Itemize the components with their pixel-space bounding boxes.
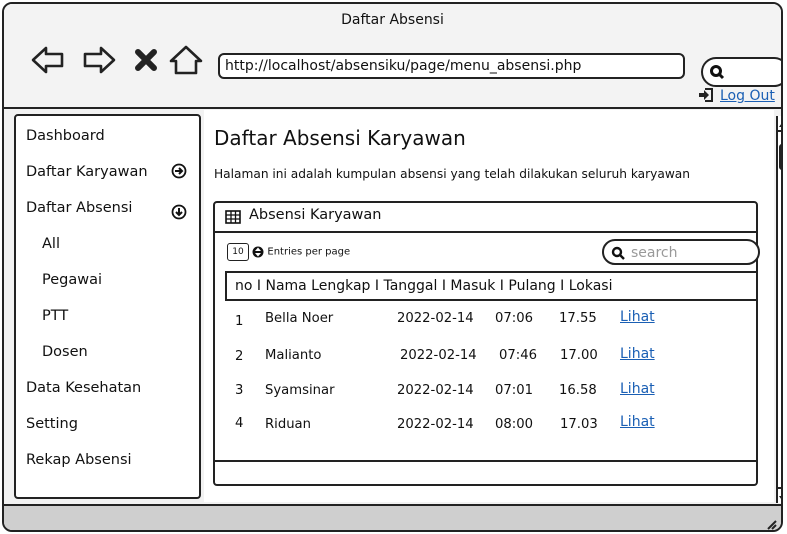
cell-masuk: 08:00 xyxy=(495,417,534,432)
sidebar-subitem-ptt[interactable]: PTT xyxy=(16,306,199,342)
sidebar-item-label: Dashboard xyxy=(26,128,105,144)
window-title: Daftar Absensi xyxy=(341,12,444,28)
sidebar-subitem-pegawai[interactable]: Pegawai xyxy=(16,270,199,306)
scroll-thumb[interactable] xyxy=(779,144,781,170)
sidebar-item-rekap-absensi[interactable]: Rekap Absensi xyxy=(16,450,199,486)
panel-header: Absensi Karyawan xyxy=(215,203,756,233)
home-icon[interactable] xyxy=(168,44,204,76)
search-icon xyxy=(710,65,725,80)
arrow-right-circle-icon[interactable] xyxy=(171,163,187,179)
table-row: 2 Malianto 2022-02-14 07:46 17.00 Lihat xyxy=(215,346,756,374)
cell-no: 1 xyxy=(235,314,244,329)
cell-masuk: 07:06 xyxy=(495,311,534,326)
cell-pulang: 16.58 xyxy=(559,383,597,398)
sidebar-item-daftar-absensi[interactable]: Daftar Absensi xyxy=(16,198,199,234)
sidebar-item-label: All xyxy=(42,236,60,252)
resize-grip-icon[interactable] xyxy=(765,518,777,530)
sidebar-item-label: Rekap Absensi xyxy=(26,452,132,468)
cell-nama: Malianto xyxy=(265,348,322,363)
cell-masuk: 07:46 xyxy=(499,348,538,363)
cell-nama: Riduan xyxy=(265,417,311,432)
spinner-arrows-icon[interactable] xyxy=(252,244,264,260)
cell-pulang: 17.55 xyxy=(559,311,597,326)
sidebar-item-dashboard[interactable]: Dashboard xyxy=(16,126,199,162)
sidebar: Dashboard Daftar Karyawan Daftar Absensi… xyxy=(14,114,201,499)
panel-title: Absensi Karyawan xyxy=(249,207,382,223)
scroll-down-arrow-icon xyxy=(779,496,781,499)
cell-nama: Syamsinar xyxy=(265,383,335,398)
logout[interactable]: Log Out xyxy=(698,88,775,104)
browser-chrome: Daftar Absensi http://localhost/absensik… xyxy=(4,4,781,109)
entries-per-page-select[interactable]: 10 xyxy=(227,243,249,261)
scroll-up-arrow-icon xyxy=(779,124,781,127)
browser-search-button[interactable] xyxy=(701,57,781,87)
lokasi-link[interactable]: Lihat xyxy=(620,346,655,362)
vertical-scrollbar[interactable] xyxy=(776,116,781,503)
page-description: Halaman ini adalah kumpulan absensi yang… xyxy=(214,167,690,181)
cell-tanggal: 2022-02-14 xyxy=(397,417,474,432)
status-bar xyxy=(4,504,781,530)
sidebar-subitem-all[interactable]: All xyxy=(16,234,199,270)
sidebar-item-label: Pegawai xyxy=(42,272,103,288)
sidebar-item-data-kesehatan[interactable]: Data Kesehatan xyxy=(16,378,199,414)
cell-masuk: 07:01 xyxy=(495,383,534,398)
sidebar-item-label: Data Kesehatan xyxy=(26,380,142,396)
sidebar-subitem-dosen[interactable]: Dosen xyxy=(16,342,199,378)
logout-icon xyxy=(699,88,713,102)
cell-tanggal: 2022-02-14 xyxy=(397,311,474,326)
lokasi-link[interactable]: Lihat xyxy=(620,381,655,397)
table-row: 1 Bella Noer 2022-02-14 07:06 17.55 Liha… xyxy=(215,309,756,337)
search-icon xyxy=(611,246,625,260)
table-grid-icon xyxy=(225,210,241,224)
cell-no: 2 xyxy=(235,349,244,364)
cell-no: 4 xyxy=(235,416,244,431)
sidebar-item-label: Daftar Absensi xyxy=(26,200,133,216)
lokasi-link[interactable]: Lihat xyxy=(620,414,655,430)
sidebar-item-label: Setting xyxy=(26,416,78,432)
forward-arrow-icon[interactable] xyxy=(81,44,117,76)
cell-no: 3 xyxy=(235,383,244,398)
scroll-down-button[interactable] xyxy=(778,487,781,503)
entries-label: Entries per page xyxy=(267,246,351,258)
sidebar-item-label: PTT xyxy=(42,308,69,324)
cell-tanggal: 2022-02-14 xyxy=(400,348,477,363)
cell-nama: Bella Noer xyxy=(265,311,334,326)
logout-link[interactable]: Log Out xyxy=(720,88,775,104)
cell-pulang: 17.03 xyxy=(560,417,598,432)
browser-window: Daftar Absensi http://localhost/absensik… xyxy=(2,2,783,532)
entries-control: 10 Entries per page xyxy=(227,243,350,261)
panel-footer xyxy=(215,460,756,484)
close-x-icon[interactable] xyxy=(132,44,160,76)
scroll-up-button[interactable] xyxy=(778,116,781,132)
sidebar-item-label: Dosen xyxy=(42,344,88,360)
back-arrow-icon[interactable] xyxy=(30,44,66,76)
table-header: no I Nama Lengkap I Tanggal I Masuk I Pu… xyxy=(225,271,758,301)
table-row: 4 Riduan 2022-02-14 08:00 17.03 Lihat xyxy=(215,414,756,443)
table-search[interactable] xyxy=(602,239,760,265)
search-input[interactable] xyxy=(629,242,753,264)
cell-tanggal: 2022-02-14 xyxy=(397,383,474,398)
sidebar-item-label: Daftar Karyawan xyxy=(26,164,148,180)
attendance-panel: Absensi Karyawan 10 Entries per page no … xyxy=(213,201,760,486)
address-bar[interactable]: http://localhost/absensiku/page/menu_abs… xyxy=(218,53,685,79)
arrow-down-circle-icon[interactable] xyxy=(171,204,187,220)
table-row: 3 Syamsinar 2022-02-14 07:01 16.58 Lihat xyxy=(215,381,756,409)
sidebar-item-daftar-karyawan[interactable]: Daftar Karyawan xyxy=(16,162,199,198)
main-content: Daftar Absensi Karyawan Halaman ini adal… xyxy=(204,110,774,502)
sidebar-item-setting[interactable]: Setting xyxy=(16,414,199,450)
cell-pulang: 17.00 xyxy=(560,348,598,363)
page-title: Daftar Absensi Karyawan xyxy=(214,126,466,150)
lokasi-link[interactable]: Lihat xyxy=(620,309,655,325)
